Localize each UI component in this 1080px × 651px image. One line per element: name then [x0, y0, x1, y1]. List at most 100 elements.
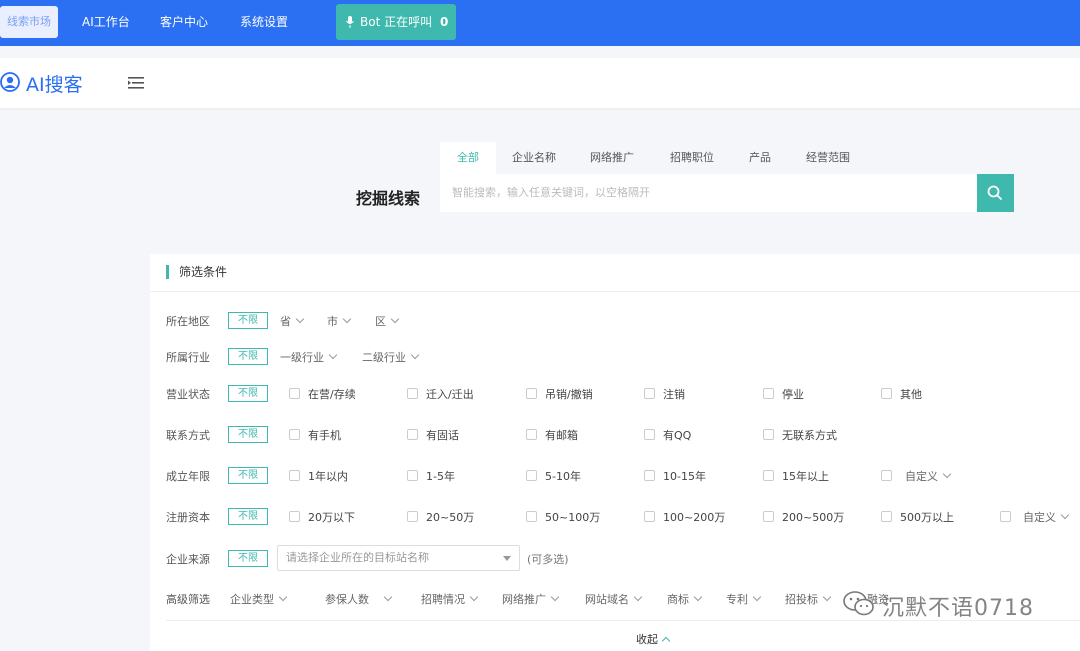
chevron-down-icon	[342, 314, 352, 324]
chevron-up-icon	[661, 636, 671, 646]
bot-calling-count: 0	[440, 15, 449, 29]
status-label: 营业状态	[166, 388, 210, 401]
tab-all[interactable]: 全部	[440, 142, 496, 174]
nav-item-system-settings[interactable]: 系统设置	[240, 0, 288, 44]
capital-checkbox-3[interactable]	[526, 511, 537, 522]
industry-label: 所属行业	[166, 351, 210, 364]
source-unlimited[interactable]: 不限	[228, 550, 268, 567]
years-checkbox-3[interactable]	[526, 470, 537, 481]
years-custom-dropdown[interactable]: 自定义	[905, 468, 952, 484]
contact-option-label: 有QQ	[663, 429, 692, 442]
capital-checkbox-custom[interactable]	[1000, 511, 1011, 522]
filter-panel-title: 筛选条件	[179, 265, 228, 279]
tab-web-promotion[interactable]: 网络推广	[582, 142, 642, 174]
years-checkbox-4[interactable]	[644, 470, 655, 481]
contact-checkbox-5[interactable]	[763, 429, 774, 440]
years-option-label: 1-5年	[426, 470, 455, 483]
adv-insured-count-dropdown[interactable]: 参保人数	[325, 591, 393, 607]
status-checkbox-2[interactable]	[407, 388, 418, 399]
adv-bidding-dropdown[interactable]: 招投标	[785, 591, 832, 607]
chevron-down-icon	[752, 592, 762, 602]
capital-checkbox-1[interactable]	[289, 511, 300, 522]
nav-item-clue-market[interactable]: 线索市场	[0, 6, 58, 38]
tab-company-name[interactable]: 企业名称	[504, 142, 564, 174]
tab-job-position[interactable]: 招聘职位	[662, 142, 722, 174]
app-header: AI搜客	[0, 58, 1080, 108]
source-hint: (可多选)	[527, 553, 569, 566]
industry-level1-dropdown[interactable]: 一级行业	[280, 349, 338, 365]
capital-option-label: 20~50万	[426, 511, 475, 524]
adv-company-type-dropdown[interactable]: 企业类型	[230, 591, 288, 607]
adv-domain-dropdown[interactable]: 网站域名	[585, 591, 643, 607]
capital-option-label: 100~200万	[663, 511, 726, 524]
contact-label: 联系方式	[166, 429, 210, 442]
industry-level2-dropdown[interactable]: 二级行业	[362, 349, 420, 365]
adv-patent-dropdown[interactable]: 专利	[726, 591, 762, 607]
status-unlimited[interactable]: 不限	[228, 385, 268, 402]
chevron-down-icon	[328, 350, 338, 360]
status-checkbox-5[interactable]	[763, 388, 774, 399]
search-button[interactable]	[977, 174, 1014, 212]
province-dropdown[interactable]: 省	[280, 313, 305, 329]
industry-unlimited[interactable]: 不限	[228, 348, 268, 365]
capital-option-label: 20万以下	[308, 511, 355, 524]
years-unlimited[interactable]: 不限	[228, 467, 268, 484]
status-checkbox-6[interactable]	[881, 388, 892, 399]
source-select[interactable]: 请选择企业所在的目标站名称	[277, 545, 520, 571]
contact-checkbox-1[interactable]	[289, 429, 300, 440]
nav-item-customer-center[interactable]: 客户中心	[160, 0, 208, 44]
capital-option-label: 200~500万	[782, 511, 845, 524]
logo-user-icon	[0, 72, 20, 92]
status-option-label: 注销	[663, 388, 685, 401]
adv-web-promotion-dropdown[interactable]: 网络推广	[502, 591, 560, 607]
capital-option-label: 50~100万	[545, 511, 601, 524]
capital-checkbox-4[interactable]	[644, 511, 655, 522]
years-checkbox-1[interactable]	[289, 470, 300, 481]
status-option-label: 吊销/撤销	[545, 388, 593, 401]
capital-checkbox-5[interactable]	[763, 511, 774, 522]
chevron-down-icon	[822, 592, 832, 602]
microphone-icon	[346, 16, 354, 28]
adv-recruitment-dropdown[interactable]: 招聘情况	[421, 591, 479, 607]
years-checkbox-custom[interactable]	[881, 470, 892, 481]
chevron-down-icon	[390, 314, 400, 324]
wechat-icon	[843, 591, 874, 616]
caret-down-icon	[503, 556, 511, 561]
capital-label: 注册资本	[166, 511, 210, 524]
region-unlimited[interactable]: 不限	[228, 312, 268, 329]
capital-checkbox-2[interactable]	[407, 511, 418, 522]
capital-checkbox-6[interactable]	[881, 511, 892, 522]
status-checkbox-4[interactable]	[644, 388, 655, 399]
contact-checkbox-3[interactable]	[526, 429, 537, 440]
watermark-text: 沉默不语0718	[882, 596, 1034, 621]
source-select-placeholder: 请选择企业所在的目标站名称	[286, 551, 429, 564]
contact-checkbox-2[interactable]	[407, 429, 418, 440]
city-dropdown[interactable]: 市	[327, 313, 352, 329]
status-checkbox-3[interactable]	[526, 388, 537, 399]
status-option-label: 在营/存续	[308, 388, 356, 401]
search-input[interactable]: 智能搜索，输入任意关键词，以空格隔开	[440, 174, 977, 212]
section-marker	[166, 265, 169, 279]
status-option-label: 其他	[900, 388, 922, 401]
capital-unlimited[interactable]: 不限	[228, 508, 268, 525]
tab-product[interactable]: 产品	[742, 142, 778, 174]
status-checkbox-1[interactable]	[289, 388, 300, 399]
region-label: 所在地区	[166, 315, 210, 328]
tab-business-scope[interactable]: 经营范围	[798, 142, 858, 174]
years-checkbox-5[interactable]	[763, 470, 774, 481]
district-dropdown[interactable]: 区	[375, 313, 400, 329]
capital-custom-dropdown[interactable]: 自定义	[1023, 509, 1070, 525]
menu-collapse-icon[interactable]	[128, 77, 144, 89]
years-checkbox-2[interactable]	[407, 470, 418, 481]
capital-option-label: 500万以上	[900, 511, 954, 524]
contact-checkbox-4[interactable]	[644, 429, 655, 440]
chevron-down-icon	[633, 592, 643, 602]
nav-item-ai-workbench[interactable]: AI工作台	[82, 0, 130, 44]
bot-calling-button[interactable]: Bot 正在呼叫 0	[336, 4, 456, 40]
contact-option-label: 无联系方式	[782, 429, 837, 442]
adv-trademark-dropdown[interactable]: 商标	[667, 591, 703, 607]
contact-option-label: 有邮箱	[545, 429, 578, 442]
search-tabs: 全部 企业名称 网络推广 招聘职位 产品 经营范围	[440, 142, 1014, 174]
collapse-button[interactable]: 收起	[636, 631, 671, 647]
contact-unlimited[interactable]: 不限	[228, 426, 268, 443]
